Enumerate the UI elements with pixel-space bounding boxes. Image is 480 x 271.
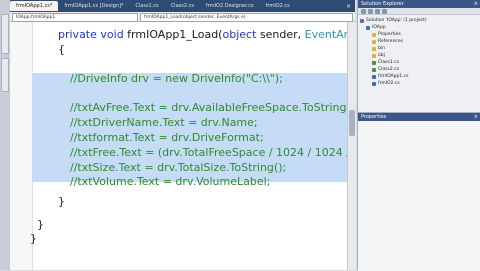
folder-icon	[372, 53, 376, 58]
member-dropdown[interactable]: frmIOApp1_Load(object sender, EventArgs …	[140, 13, 353, 22]
code-line[interactable]: }	[58, 195, 65, 209]
code-token: sender,	[256, 28, 305, 41]
refresh-icon[interactable]	[375, 9, 380, 14]
tab-document[interactable]: Class1.cs	[129, 1, 164, 11]
tree-item[interactable]: bin	[360, 45, 479, 52]
code-line[interactable]: }	[37, 218, 44, 232]
project-icon	[366, 25, 370, 30]
tree-item[interactable]: Class1.cs	[360, 59, 479, 66]
toolbox-side-tab[interactable]	[1, 14, 9, 54]
code-line[interactable]: //txtVolume.Text = drv.VolumeLabel;	[70, 175, 270, 189]
properties-icon[interactable]	[361, 9, 366, 14]
tree-item-label: IOApp	[372, 25, 386, 30]
tree-item[interactable]: Solution 'IOApp' (1 project)	[360, 17, 479, 24]
close-document-icon[interactable]: ×	[346, 3, 355, 10]
folder-icon	[372, 46, 376, 51]
tree-item-label: Class1.cs	[378, 60, 399, 65]
code-line[interactable]: //txtDriverName.Text = drv.Name;	[70, 116, 258, 130]
code-token: }	[37, 218, 44, 231]
type-dropdown[interactable]: IOApp.frmIOApp1	[12, 13, 138, 22]
code-line[interactable]: private void frmIOApp1_Load(object sende…	[58, 28, 355, 42]
tree-item-label: obj	[378, 53, 385, 58]
code-line[interactable]: //txtAvFree.Text = drv.AvailableFreeSpac…	[70, 101, 355, 115]
code-token: private	[58, 28, 97, 41]
scrollbar-thumb[interactable]	[349, 110, 355, 136]
code-editor[interactable]: private void frmIOApp1_Load(object sende…	[10, 22, 355, 270]
tab-document[interactable]: frmIOApp1.cs*	[10, 1, 59, 11]
code-token: object	[222, 28, 257, 41]
editor-vertical-scrollbar[interactable]	[347, 22, 356, 270]
code-line[interactable]: //txtFree.Text = (drv.TotalFreeSpace / 1…	[70, 146, 355, 160]
tree-item[interactable]: IOApp	[360, 24, 479, 31]
code-token: //txtDriverName.Text = drv.Name;	[70, 116, 258, 129]
tree-item-label: bin	[378, 46, 385, 51]
right-panel: Solution Explorer × Solution 'IOApp' (1 …	[357, 0, 480, 271]
folder-icon	[372, 39, 376, 44]
server-explorer-side-tab[interactable]	[1, 58, 9, 92]
tab-document[interactable]: Class2.cs	[165, 1, 200, 11]
tab-document[interactable]: frmIOApp1.cs [Design]*	[58, 1, 129, 11]
solution-explorer-toolbar	[358, 8, 480, 15]
code-token: //txtVolume.Text = drv.VolumeLabel;	[70, 175, 271, 188]
solution-explorer-title: Solution Explorer	[361, 1, 404, 7]
properties-panel: Properties ×	[358, 112, 480, 271]
code-token: //DriveInfo drv = new DriveInfo("C:\\");	[70, 72, 283, 85]
close-icon[interactable]: ×	[474, 0, 480, 8]
csharp-file-icon	[372, 60, 376, 65]
tab-document[interactable]: frmIO2.cs	[260, 1, 296, 11]
folder-icon	[372, 32, 376, 37]
code-token: //txtFree.Text = (drv.TotalFreeSpace / 1…	[70, 146, 355, 159]
view-code-icon[interactable]	[382, 9, 387, 14]
tree-item[interactable]: Properties	[360, 31, 479, 38]
tree-item[interactable]: References	[360, 38, 479, 45]
code-line[interactable]: //txtSize.Text = drv.TotalSize.ToString(…	[70, 161, 286, 175]
tree-item-label: References	[378, 39, 404, 44]
tree-item-label: Class2.cs	[378, 67, 399, 72]
navigation-bar: IOApp.frmIOApp1 frmIOApp1_Load(object se…	[10, 12, 355, 22]
code-line[interactable]: //DriveInfo drv = new DriveInfo("C:\\");	[70, 72, 283, 86]
code-token: void	[100, 28, 124, 41]
solution-tree: Solution 'IOApp' (1 project) IOApp Propert…	[358, 15, 480, 89]
form-file-icon	[372, 74, 376, 79]
tab-document[interactable]: frmIO2.Designer.cs	[200, 1, 260, 11]
form-file-icon	[372, 81, 376, 86]
tree-item-label: Solution 'IOApp' (1 project)	[366, 18, 427, 23]
close-icon[interactable]: ×	[474, 113, 480, 121]
document-tab-strip: frmIOApp1.cs* frmIOApp1.cs [Design]* Class…	[10, 0, 355, 12]
tree-item-label: frmIO2.cs	[378, 81, 400, 86]
properties-header: Properties ×	[358, 113, 480, 121]
csharp-file-icon	[372, 67, 376, 72]
code-token: {	[58, 43, 65, 56]
tree-item[interactable]: frmIOApp1.cs	[360, 73, 479, 80]
tree-item-label: Properties	[378, 32, 401, 37]
code-token: //txtAvFree.Text = drv.AvailableFreeSpac…	[70, 101, 355, 114]
code-token: }	[58, 195, 65, 208]
show-all-files-icon[interactable]	[368, 9, 373, 14]
tree-item[interactable]: frmIO2.cs	[360, 80, 479, 87]
code-token: frmIOApp1_Load(	[123, 28, 223, 41]
code-line[interactable]: {	[58, 43, 65, 57]
code-line[interactable]: }	[30, 232, 37, 246]
tree-item[interactable]: Class2.cs	[360, 66, 479, 73]
tree-item-label: frmIOApp1.cs	[378, 74, 409, 79]
code-token: //txtformat.Text = drv.DriveFormat;	[70, 131, 264, 144]
code-token: }	[30, 232, 37, 245]
tree-item[interactable]: obj	[360, 52, 479, 59]
code-token: //txtSize.Text = drv.TotalSize.ToString(…	[70, 161, 287, 174]
properties-title: Properties	[361, 114, 387, 120]
code-line[interactable]: //txtformat.Text = drv.DriveFormat;	[70, 131, 264, 145]
solution-icon	[360, 18, 364, 23]
solution-explorer-header: Solution Explorer ×	[358, 0, 480, 8]
